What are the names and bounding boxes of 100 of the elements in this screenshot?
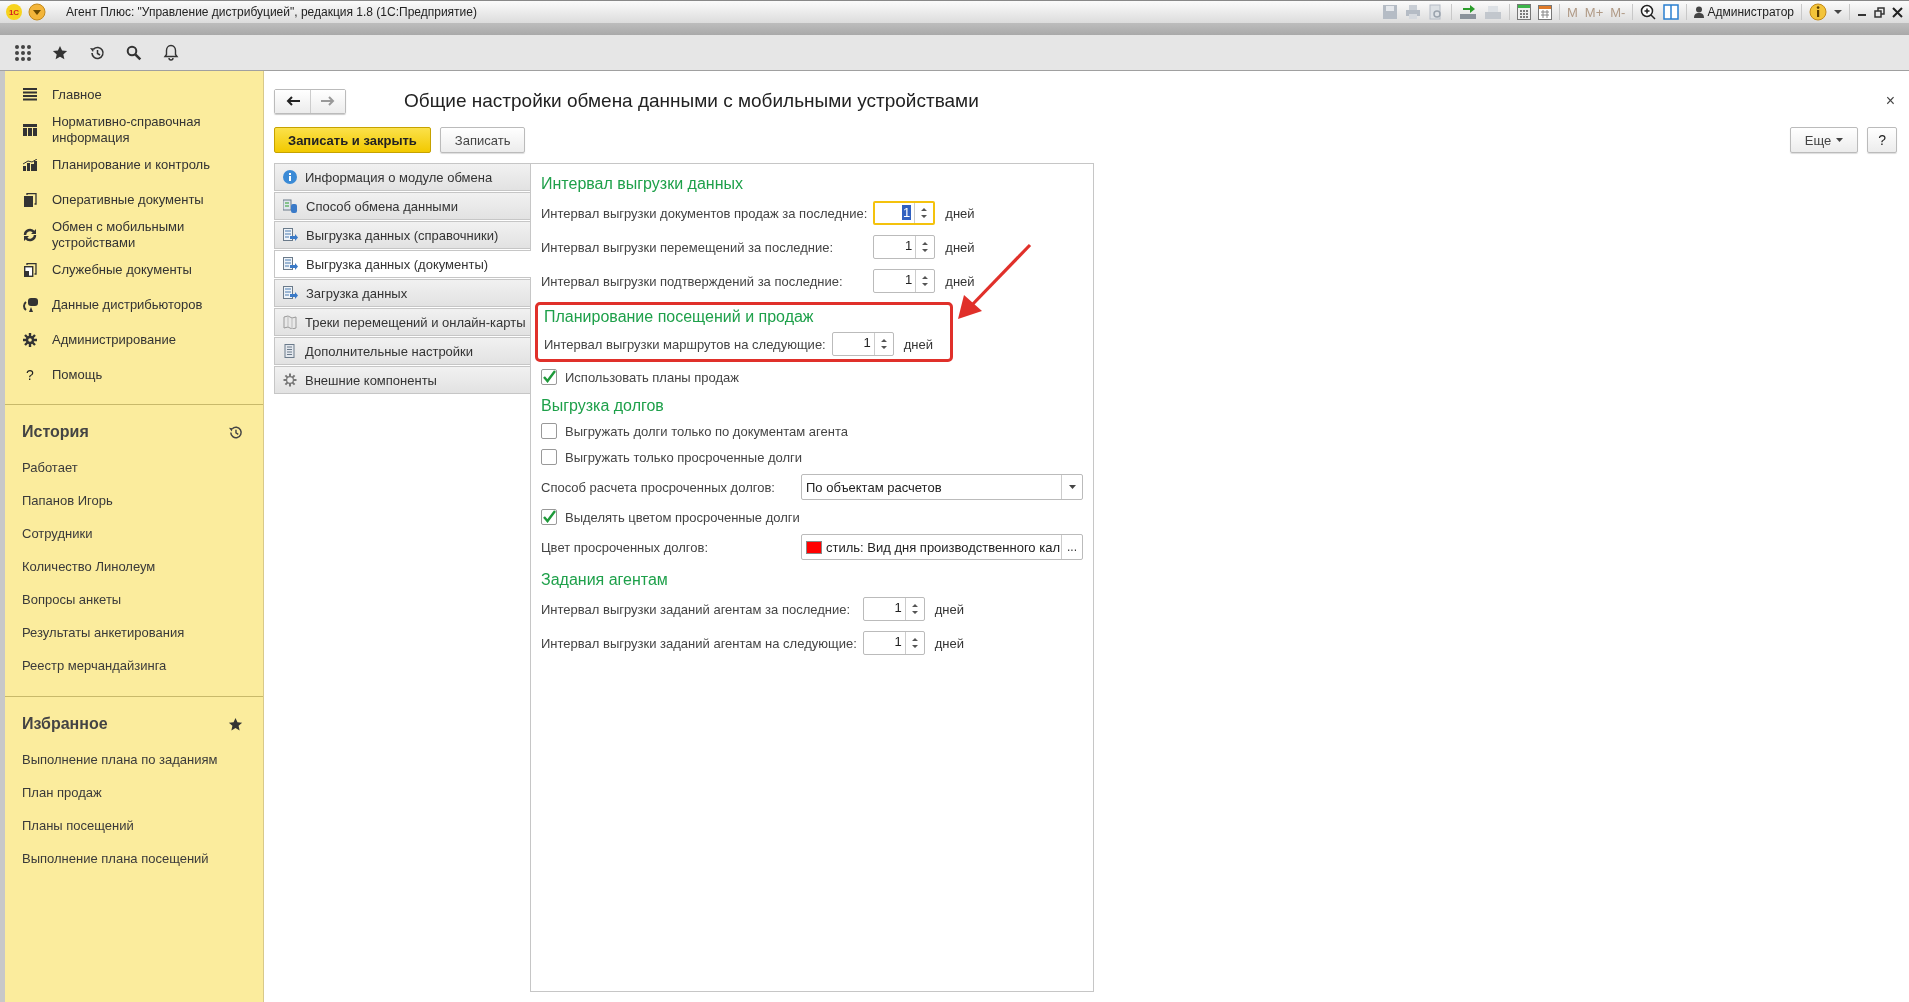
page-tab[interactable]: Выгрузка данных (документы) <box>274 250 531 278</box>
number-field[interactable]: 1 <box>873 269 936 293</box>
gear-icon <box>283 373 297 387</box>
number-field[interactable]: 1 <box>873 201 936 225</box>
unit-label: дней <box>944 273 976 289</box>
section-menu-item[interactable]: Администрирование <box>5 322 263 357</box>
field-label: Интервал выгрузки заданий агентам на следующие: <box>541 634 857 653</box>
section-menu-item[interactable]: Данные дистрибьюторов <box>5 287 263 322</box>
user-icon <box>1694 6 1705 18</box>
favorite-link[interactable]: План продаж <box>5 776 263 809</box>
spinner-icon[interactable] <box>911 602 918 616</box>
checkbox[interactable] <box>541 369 557 385</box>
section-menu-item[interactable]: Планирование и контроль <box>5 147 263 182</box>
unit-label: дней <box>933 635 966 651</box>
more-button[interactable]: Еще <box>1789 127 1859 153</box>
section-menu-item[interactable]: ? Помощь <box>5 357 263 392</box>
bar-chart-icon <box>23 158 37 171</box>
database-sync-icon <box>22 297 38 312</box>
field-label: Цвет просроченных долгов: <box>541 538 710 557</box>
close-icon[interactable] <box>1892 6 1903 18</box>
exchange-icon <box>283 199 298 213</box>
favorite-link[interactable]: Выполнение плана по заданиям <box>5 743 263 776</box>
apps-icon[interactable] <box>15 44 31 61</box>
info-icon[interactable] <box>1809 3 1827 21</box>
check-icon <box>542 370 556 384</box>
unit-label: дней <box>944 205 976 221</box>
star-icon[interactable] <box>52 44 68 61</box>
history-link[interactable]: Вопросы анкеты <box>5 583 263 616</box>
page-tab[interactable]: Дополнительные настройки <box>274 337 530 365</box>
checkbox[interactable] <box>541 449 557 465</box>
history-link[interactable]: Реестр мерчандайзинга <box>5 649 263 682</box>
field-label: Интервал выгрузки документов продаж за последние: <box>541 204 868 223</box>
section-heading: История <box>22 423 89 441</box>
history-icon[interactable] <box>89 44 105 61</box>
form-title: Общие настройки обмена данными с мобильными устройствами <box>404 90 979 112</box>
unit-label: дней <box>933 601 966 617</box>
help-button[interactable]: ? <box>1867 127 1897 153</box>
page-tab[interactable]: Выгрузка данных (справочники) <box>274 221 530 249</box>
panel-icon[interactable] <box>1663 4 1680 20</box>
field-label: Интервал выгрузки заданий агентам за последние: <box>541 600 852 619</box>
star-icon[interactable] <box>228 716 243 732</box>
unit-label: дней <box>944 239 976 255</box>
history-link[interactable]: Сотрудники <box>5 517 263 550</box>
calendar-icon[interactable] <box>1538 4 1552 20</box>
section-menu-item[interactable]: Главное <box>5 77 263 112</box>
upload-icon[interactable] <box>1459 4 1477 20</box>
page-tab[interactable]: Загрузка данных <box>274 279 530 307</box>
restore-icon[interactable] <box>1874 6 1885 18</box>
dropdown-icon[interactable] <box>28 3 46 21</box>
caret-icon <box>1836 138 1844 142</box>
caret-icon[interactable] <box>1834 9 1842 15</box>
favorite-link[interactable]: Планы посещений <box>5 809 263 842</box>
checkbox[interactable] <box>541 423 557 439</box>
number-field[interactable]: 1 <box>831 332 894 356</box>
dropdown-field[interactable]: По объектам расчетов <box>801 474 1083 500</box>
back-button[interactable] <box>275 89 310 113</box>
checkbox-label: Выделять цветом просроченные долги <box>565 509 800 525</box>
save-and-close-button[interactable]: Записать и закрыть <box>274 127 431 153</box>
choose-button[interactable]: ... <box>1061 535 1082 559</box>
calculator-icon[interactable] <box>1517 4 1531 20</box>
section-menu-item[interactable]: Нормативно-справочная информация <box>5 112 263 147</box>
spinner-icon[interactable] <box>922 274 929 288</box>
section-menu-item[interactable]: Оперативные документы <box>5 182 263 217</box>
page-tab[interactable]: Информация о модуле обмена <box>274 163 530 191</box>
group-title: Задания агентам <box>541 570 669 590</box>
number-field[interactable]: 1 <box>873 235 936 259</box>
number-field[interactable]: 1 <box>862 631 925 655</box>
page-tab[interactable]: Способ обмена данными <box>274 192 530 220</box>
page-tab[interactable]: Треки перемещений и онлайн-карты <box>274 308 530 336</box>
zoom-icon[interactable] <box>1640 4 1657 20</box>
page-tab[interactable]: Внешние компоненты <box>274 366 530 394</box>
bell-icon[interactable] <box>163 44 179 61</box>
favorite-link[interactable]: Выполнение плана посещений <box>5 842 263 875</box>
info-icon <box>283 170 297 184</box>
help-icon: ? <box>26 366 34 383</box>
history-link[interactable]: Результаты анкетирования <box>5 616 263 649</box>
history-link[interactable]: Работает <box>5 451 263 484</box>
spinner-icon[interactable] <box>911 636 918 650</box>
checkbox[interactable] <box>541 509 557 525</box>
checkbox-label: Выгружать только просроченные долги <box>565 449 803 465</box>
spinner-icon[interactable] <box>880 337 887 351</box>
back-arrow-icon <box>285 96 300 106</box>
section-menu-item[interactable]: Служебные документы <box>5 252 263 287</box>
number-field[interactable]: 1 <box>862 597 925 621</box>
close-button[interactable]: × <box>1883 92 1897 110</box>
caret-icon[interactable] <box>1068 485 1076 489</box>
section-menu-item[interactable]: Обмен с мобильными устройствами <box>5 217 263 252</box>
document-arrow-icon <box>283 286 298 300</box>
color-field[interactable]: стиль: Вид дня производственного кал ... <box>801 534 1083 560</box>
history-icon[interactable] <box>228 424 243 440</box>
history-link[interactable]: Количество Линолеум <box>5 550 263 583</box>
user-name[interactable]: Администратор <box>1707 5 1794 19</box>
spinner-icon[interactable] <box>922 240 929 254</box>
history-link[interactable]: Папанов Игорь <box>5 484 263 517</box>
table-icon <box>23 123 37 136</box>
field-label: Способ расчета просроченных долгов: <box>541 478 775 497</box>
search-icon[interactable] <box>126 44 142 61</box>
list-icon <box>283 344 297 358</box>
save-button[interactable]: Записать <box>439 127 526 153</box>
spinner-icon[interactable] <box>921 206 928 220</box>
